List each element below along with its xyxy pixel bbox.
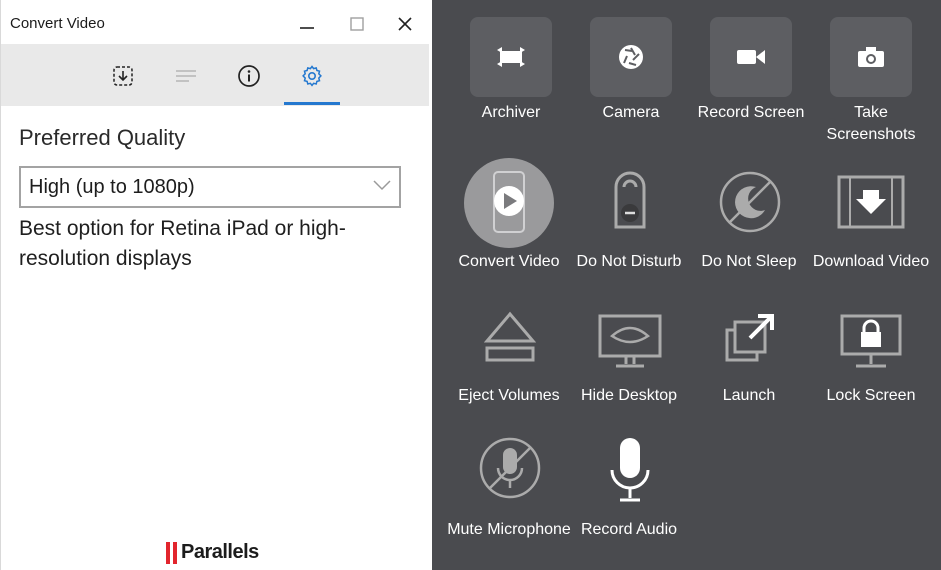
quality-description: Best option for Retina iPad or high-reso… — [19, 217, 346, 270]
download-icon — [113, 66, 133, 86]
maximize-button[interactable] — [341, 8, 373, 40]
tool-label-eject-volumes: Eject Volumes — [458, 387, 560, 404]
parallels-wordmark: Parallels — [181, 541, 259, 563]
quality-select[interactable]: High (up to 1080p) — [19, 166, 401, 208]
tool-label-mute-microphone: Mute Microphone — [447, 521, 571, 538]
tool-download-video[interactable] — [836, 174, 906, 230]
mute-microphone-icon — [479, 437, 541, 499]
list-icon — [176, 70, 196, 82]
tool-do-not-disturb[interactable] — [606, 163, 654, 233]
minimize-button[interactable] — [291, 8, 323, 40]
tool-label-hide-desktop: Hide Desktop — [580, 387, 678, 404]
tab-settings[interactable] — [300, 64, 324, 88]
active-tab-indicator — [284, 102, 340, 105]
quality-select-value: High (up to 1080p) — [29, 176, 195, 198]
info-icon — [238, 65, 260, 87]
tab-download[interactable] — [111, 64, 135, 88]
tool-hide-desktop[interactable] — [598, 314, 662, 370]
tab-toolbar — [1, 44, 429, 106]
preferred-quality-label: Preferred Quality — [19, 125, 186, 150]
tool-mute-microphone[interactable] — [478, 436, 542, 500]
tool-record-audio[interactable] — [608, 436, 652, 506]
do-not-sleep-icon — [719, 171, 781, 233]
microphone-icon — [610, 438, 650, 502]
tool-label-launch: Launch — [722, 387, 776, 404]
tool-label-lock-screen: Lock Screen — [826, 387, 916, 404]
tool-label-do-not-disturb: Do Not Disturb — [576, 253, 682, 270]
tool-label-convert-video: Convert Video — [458, 253, 560, 270]
tool-label-archiver: Archiver — [481, 104, 541, 121]
tool-take-screenshots[interactable] — [830, 17, 912, 97]
toolbox-panel: Archiver Camera Record Screen Take Scree… — [432, 0, 941, 570]
convert-video-window: Convert Video Preferred Quality High (up… — [0, 0, 429, 570]
tool-camera[interactable] — [590, 17, 672, 97]
tool-do-not-sleep[interactable] — [718, 170, 782, 234]
tool-lock-screen[interactable] — [836, 314, 906, 370]
parallels-logo: Parallels — [166, 541, 259, 564]
download-video-icon — [837, 175, 905, 229]
tab-info[interactable] — [237, 64, 261, 88]
tab-list[interactable] — [174, 64, 198, 88]
tool-label-take-screenshots: Take Screenshots — [826, 104, 916, 142]
window-title: Convert Video — [10, 15, 105, 32]
convert-video-icon — [464, 158, 554, 248]
lock-screen-icon — [840, 314, 902, 368]
do-not-disturb-icon — [614, 171, 646, 229]
close-button[interactable] — [389, 8, 421, 40]
video-camera-icon — [737, 50, 765, 64]
minimize-icon — [300, 27, 314, 29]
tool-archiver[interactable] — [470, 17, 552, 97]
tool-label-record-audio: Record Audio — [580, 521, 678, 538]
title-bar: Convert Video — [1, 0, 429, 44]
gear-icon — [302, 65, 322, 87]
tool-eject-volumes[interactable] — [484, 311, 536, 363]
parallels-bars-icon — [166, 541, 177, 564]
tool-label-record-screen: Record Screen — [697, 104, 805, 121]
camera-shutter-icon — [619, 45, 643, 69]
tool-convert-video[interactable] — [464, 158, 554, 248]
chevron-down-icon — [373, 180, 391, 191]
launch-icon — [725, 314, 774, 362]
close-icon — [398, 17, 412, 31]
tool-label-camera: Camera — [602, 104, 660, 121]
hide-desktop-icon — [598, 314, 662, 368]
tool-label-do-not-sleep: Do Not Sleep — [701, 253, 797, 270]
maximize-icon — [350, 17, 364, 31]
tool-launch[interactable] — [724, 312, 776, 364]
photo-camera-icon — [858, 47, 884, 67]
archiver-icon — [497, 47, 525, 67]
tool-record-screen[interactable] — [710, 17, 792, 97]
tool-label-download-video: Download Video — [812, 253, 930, 270]
eject-icon — [484, 311, 536, 362]
